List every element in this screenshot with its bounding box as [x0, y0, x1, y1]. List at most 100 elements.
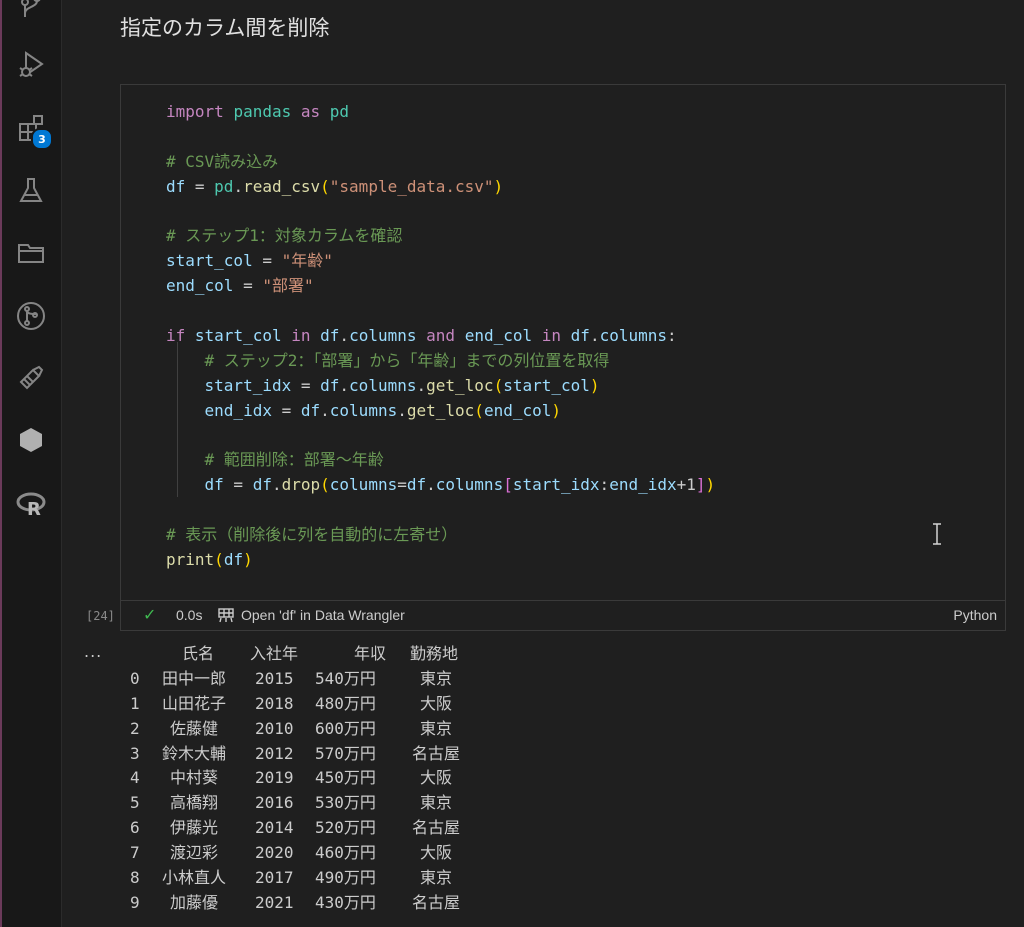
data-cell: 540万円 [315, 668, 376, 688]
output-row: 3 鈴木大輔 2012 570万円 名古屋 [120, 742, 520, 767]
header-cell: 入社年 [250, 644, 299, 663]
output-row: 5 高橋翔 2016 530万円 東京 [120, 791, 520, 816]
code-line: df = pd.read_csv("sample_data.csv") [166, 176, 504, 196]
row-index: 2 [130, 718, 140, 738]
code-line: if start_col in df.columns and end_col i… [166, 326, 677, 346]
output-row: 6 伊藤光 2014 520万円 名古屋 [120, 816, 520, 841]
output-row: 4 中村葵 2019 450万円 大阪 [120, 766, 520, 791]
activity-bar: 3 R [0, 0, 62, 927]
source-control-icon[interactable] [11, 0, 51, 28]
header-cell: 年収 [354, 644, 387, 663]
data-cell: 渡辺彩 [170, 843, 219, 863]
row-index: 0 [130, 668, 140, 688]
open-data-wrangler-link[interactable]: Open 'df' in Data Wrangler [241, 607, 405, 623]
data-cell: 570万円 [315, 743, 376, 763]
data-cell: 名古屋 [412, 743, 461, 763]
data-cell: 460万円 [315, 843, 376, 863]
r-language-icon[interactable]: R [11, 484, 51, 524]
header-cell: 氏名 [182, 644, 215, 663]
data-cell: 中村葵 [170, 768, 219, 788]
output-row: 0 田中一郎 2015 540万円 東京 [120, 667, 520, 692]
data-cell: 名古屋 [412, 818, 461, 838]
output-row: 8 小林直人 2017 490万円 東京 [120, 866, 520, 891]
data-cell: 田中一郎 [162, 668, 227, 688]
output-header-row: 氏名 入社年 年収 勤務地 [120, 642, 520, 667]
data-wrangler-icon[interactable] [217, 606, 235, 624]
testing-flask-icon[interactable] [11, 170, 51, 210]
extensions-badge: 3 [31, 128, 53, 150]
data-cell: 2016 [255, 793, 294, 813]
data-cell: 2014 [255, 818, 294, 838]
data-cell: 東京 [420, 718, 453, 738]
code-line: # ステップ1：対象カラムを確認 [166, 226, 403, 246]
output-row: 1 山田花子 2018 480万円 大阪 [120, 692, 520, 717]
data-cell: 600万円 [315, 718, 376, 738]
code-line: end_col = "部署" [166, 276, 314, 296]
data-cell: 山田花子 [162, 693, 227, 713]
data-cell: 2020 [255, 843, 294, 863]
row-index: 1 [130, 693, 140, 713]
cell-output: 氏名 入社年 年収 勤務地 0 田中一郎 2015 540万円 東京 1 山田花子 2018 480万円… [120, 642, 520, 916]
output-row: 7 渡辺彩 2020 460万円 大阪 [120, 841, 520, 866]
data-cell: 鈴木大輔 [162, 743, 227, 763]
text-cursor-icon [933, 523, 941, 545]
code-line: # 範囲削除：部署〜年齢 [204, 450, 384, 470]
output-row: 9 加藤優 2021 430万円 名古屋 [120, 891, 520, 916]
data-cell: 2017 [255, 868, 294, 888]
code-line: start_idx = df.columns.get_loc(start_col… [204, 375, 600, 395]
code-line: # ステップ2：「部署」から「年齢」までの列位置を取得 [204, 350, 610, 370]
success-check-icon: ✓ [143, 607, 157, 624]
run-debug-icon[interactable] [11, 44, 51, 84]
data-cell: 東京 [420, 868, 453, 888]
data-cell: 520万円 [315, 818, 376, 838]
data-cell: 2019 [255, 768, 294, 788]
kernel-language-label[interactable]: Python [953, 607, 997, 623]
code-editor[interactable]: import pandas as pd # CSV読み込み df = pd.rea… [166, 100, 715, 573]
cell-status-bar: ✓ 0.0s Open 'df' in Data Wrangler Python [121, 600, 1005, 630]
row-index: 7 [130, 843, 140, 863]
data-cell: 伊藤光 [170, 818, 219, 838]
row-index: 5 [130, 793, 140, 813]
git-graph-icon[interactable] [11, 296, 51, 336]
code-line: end_idx = df.columns.get_loc(end_col) [204, 400, 562, 420]
code-cell[interactable]: import pandas as pd # CSV読み込み df = pd.rea… [120, 84, 1006, 631]
data-cell: 450万円 [315, 768, 376, 788]
data-cell: 430万円 [315, 892, 376, 912]
data-cell: 2021 [255, 892, 294, 912]
code-line: # CSV読み込み [166, 151, 279, 171]
remote-explorer-icon[interactable] [11, 232, 51, 272]
markdown-cell-title: 指定のカラム間を削除 [120, 16, 330, 40]
data-cell: 東京 [420, 668, 453, 688]
data-cell: 2010 [255, 718, 294, 738]
execution-time: 0.0s [176, 607, 203, 623]
execution-count: [24] [86, 609, 115, 623]
row-index: 4 [130, 768, 140, 788]
hexagon-icon[interactable] [11, 420, 51, 460]
data-cell: 大阪 [420, 693, 453, 713]
header-cell: 勤務地 [410, 644, 459, 663]
data-cell: 名古屋 [412, 892, 461, 912]
data-cell: 大阪 [420, 768, 453, 788]
row-index: 3 [130, 743, 140, 763]
data-cell: 2018 [255, 693, 294, 713]
svg-text:R: R [27, 499, 41, 520]
data-cell: 高橋翔 [170, 793, 219, 813]
data-cell: 490万円 [315, 868, 376, 888]
code-line: import pandas as pd [166, 102, 350, 121]
code-line: print(df) [166, 550, 253, 570]
row-index: 9 [130, 892, 140, 912]
data-cell: 佐藤健 [170, 718, 219, 738]
data-cell: 東京 [420, 793, 453, 813]
data-cell: 大阪 [420, 843, 453, 863]
row-index: 8 [130, 868, 140, 888]
output-more-actions-icon[interactable]: ... [84, 642, 102, 661]
code-line: # 表示（削除後に列を自動的に左寄せ） [166, 525, 458, 545]
window-edge [0, 0, 2, 927]
dev-containers-icon[interactable] [11, 358, 51, 398]
row-index: 6 [130, 818, 140, 838]
